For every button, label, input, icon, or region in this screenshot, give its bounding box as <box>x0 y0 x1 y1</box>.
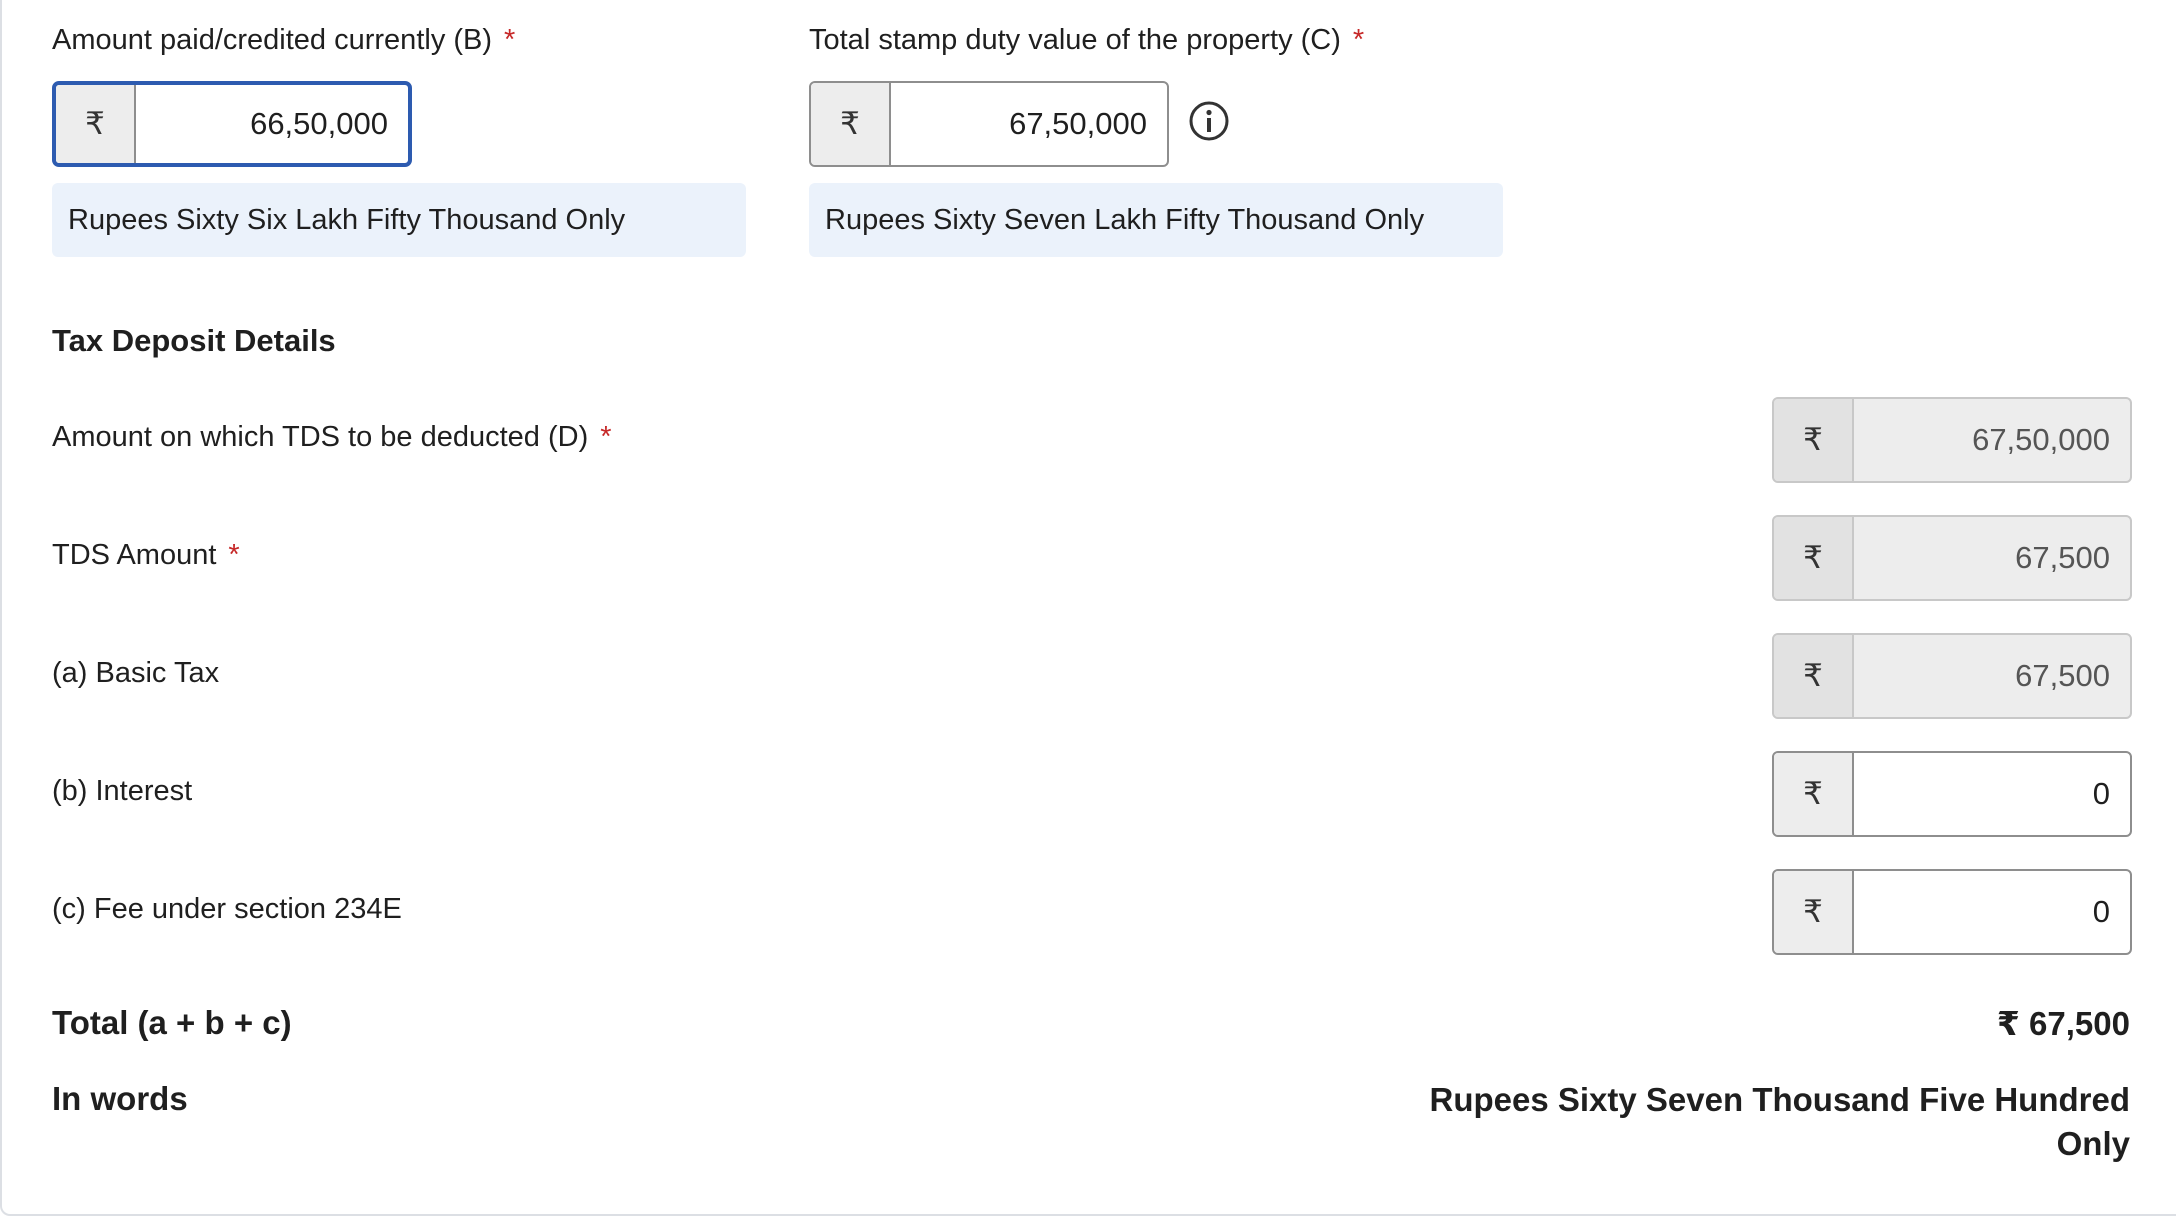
info-icon[interactable] <box>1189 101 1229 141</box>
total-value: ₹ 67,500 <box>1996 1005 2130 1042</box>
total-in-words-line1: Rupees Sixty Seven Thousand Five Hundred <box>1429 1081 2131 1118</box>
interest-input[interactable]: ₹ 0 <box>1772 751 2132 837</box>
paid-amount-label: Amount paid/credited currently (B) * <box>52 24 515 57</box>
paid-amount-value[interactable]: 66,50,000 <box>136 85 408 163</box>
rupee-icon: ₹ <box>1774 871 1854 953</box>
stamp-duty-label: Total stamp duty value of the property (… <box>809 24 1364 57</box>
in-words-label: In words <box>52 1080 188 1117</box>
tds-amount-input: ₹ 67,500 <box>1772 515 2132 601</box>
required-marker: * <box>600 421 612 453</box>
required-marker: * <box>1352 24 1365 56</box>
basic-tax-label: (a) Basic Tax <box>52 657 220 689</box>
tds-amount-label: TDS Amount * <box>52 539 240 572</box>
fee-input[interactable]: ₹ 0 <box>1772 869 2132 955</box>
rupee-icon: ₹ <box>1774 517 1854 599</box>
interest-label: (b) Interest <box>52 775 193 807</box>
basic-tax-input: ₹ 67,500 <box>1772 633 2132 719</box>
stamp-duty-value[interactable]: 67,50,000 <box>891 83 1167 165</box>
required-marker: * <box>228 539 240 571</box>
tds-base-label: Amount on which TDS to be deducted (D) * <box>52 421 612 454</box>
paid-amount-label-text: Amount paid/credited currently (B) <box>52 24 493 56</box>
tds-amount-label-text: TDS Amount <box>52 539 217 571</box>
total-in-words: Rupees Sixty Seven Thousand Five Hundred… <box>1430 1078 2131 1166</box>
fee-value[interactable]: 0 <box>1854 871 2130 953</box>
tds-base-input: ₹ 67,50,000 <box>1772 397 2132 483</box>
total-in-words-line2: Only <box>2056 1125 2130 1162</box>
section-title: Tax Deposit Details <box>52 323 336 358</box>
form-panel: Amount paid/credited currently (B) * ₹ 66… <box>0 0 2176 1216</box>
tds-base-value: 67,50,000 <box>1972 422 2110 457</box>
tds-base-label-text: Amount on which TDS to be deducted (D) <box>52 421 589 453</box>
stamp-duty-in-words: Rupees Sixty Seven Lakh Fifty Thousand O… <box>809 183 1503 257</box>
fee-label: (c) Fee under section 234E <box>52 893 402 925</box>
rupee-icon: ₹ <box>811 83 891 165</box>
stamp-duty-input[interactable]: ₹ 67,50,000 <box>809 81 1169 167</box>
required-marker: * <box>504 24 516 56</box>
interest-value[interactable]: 0 <box>1854 753 2130 835</box>
rupee-icon: ₹ <box>1774 753 1854 835</box>
rupee-icon: ₹ <box>1774 399 1854 481</box>
stamp-duty-label-text: Total stamp duty value of the property (… <box>809 24 1341 56</box>
paid-amount-input[interactable]: ₹ 66,50,000 <box>52 81 412 167</box>
basic-tax-value: 67,500 <box>2015 658 2110 693</box>
paid-amount-in-words: Rupees Sixty Six Lakh Fifty Thousand Onl… <box>52 183 746 257</box>
rupee-icon: ₹ <box>56 85 136 163</box>
rupee-icon: ₹ <box>1774 635 1854 717</box>
tds-amount-value: 67,500 <box>2015 540 2110 575</box>
total-label: Total (a + b + c) <box>52 1004 292 1041</box>
